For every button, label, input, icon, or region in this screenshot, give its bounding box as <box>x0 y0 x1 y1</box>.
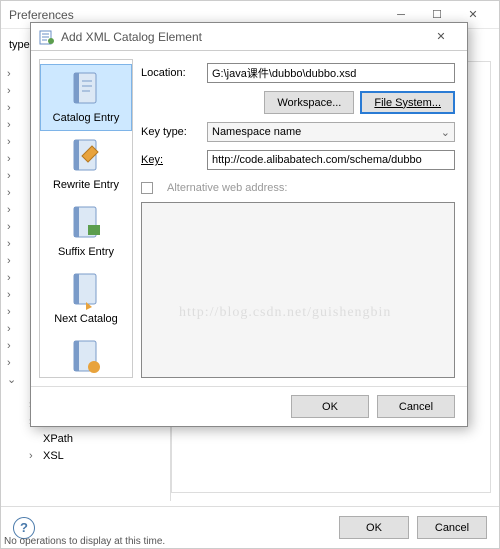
alt-address-checkbox[interactable] <box>141 182 153 194</box>
sidebar-item-suffix-entry[interactable]: Suffix Entry <box>40 198 132 265</box>
sidebar-item-catalog-entry[interactable]: Catalog Entry <box>40 64 132 131</box>
dialog-icon <box>39 29 55 45</box>
location-input[interactable] <box>207 63 455 83</box>
tree-item[interactable]: ›XSL <box>3 447 168 464</box>
chevron-down-icon: ⌄ <box>441 126 450 139</box>
status-text: No operations to display at this time. <box>0 534 169 549</box>
sidebar-item-rewrite-entry[interactable]: Rewrite Entry <box>40 131 132 198</box>
sidebar-item-next-catalog[interactable]: Next Catalog <box>40 265 132 332</box>
key-input[interactable] <box>207 150 455 170</box>
prefs-title: Preferences <box>9 8 383 22</box>
keytype-select[interactable]: Namespace name ⌄ <box>207 122 455 142</box>
delegate-catalog-icon <box>70 339 102 377</box>
alt-address-input <box>141 202 455 378</box>
catalog-entry-icon <box>70 71 102 109</box>
sidebar-item-delegate-catalog[interactable]: Delegate Catalog <box>40 332 132 378</box>
dialog-title: Add XML Catalog Element <box>61 30 423 44</box>
suffix-entry-icon <box>70 205 102 243</box>
dialog-ok-button[interactable]: OK <box>291 395 369 418</box>
key-label: Key: <box>141 154 199 166</box>
next-catalog-icon <box>70 272 102 310</box>
keytype-label: Key type: <box>141 126 199 138</box>
rewrite-entry-icon <box>70 138 102 176</box>
filter-label: type <box>9 39 30 51</box>
location-label: Location: <box>141 67 199 79</box>
prefs-ok-button[interactable]: OK <box>339 516 409 539</box>
tree-item[interactable]: XPath <box>3 430 168 447</box>
catalog-type-list[interactable]: Catalog Entry Rewrite Entry Suffix Entry… <box>39 59 133 378</box>
filesystem-button[interactable]: File System... <box>360 91 455 114</box>
alt-address-label: Alternative web address: <box>167 182 287 194</box>
workspace-button[interactable]: Workspace... <box>264 91 354 114</box>
dialog-close-button[interactable]: ✕ <box>423 23 459 51</box>
dialog-cancel-button[interactable]: Cancel <box>377 395 455 418</box>
prefs-cancel-button[interactable]: Cancel <box>417 516 487 539</box>
add-catalog-dialog: Add XML Catalog Element ✕ Catalog Entry … <box>30 22 468 427</box>
